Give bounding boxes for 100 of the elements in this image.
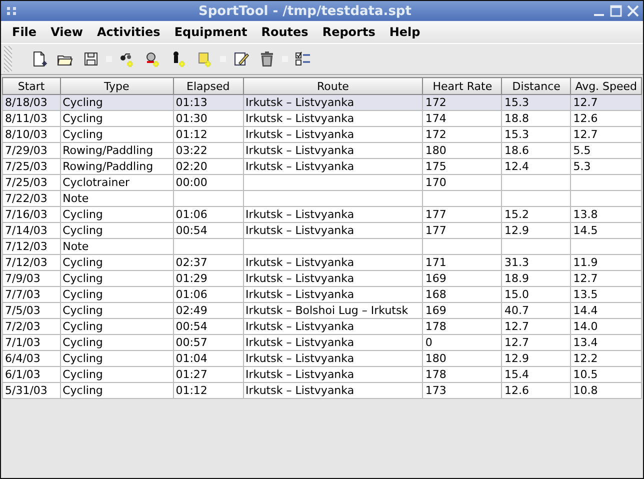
table-cell: 12.6 — [573, 112, 598, 125]
table-cell: Cyclotrainer — [62, 176, 130, 189]
menu-item[interactable]: Activities — [90, 25, 168, 39]
table-cell: 7/2/03 — [5, 320, 40, 333]
table-cell: 12.4 — [504, 160, 529, 173]
table-cell: 7/25/03 — [5, 160, 48, 173]
checklist-icon[interactable] — [295, 51, 311, 67]
table-cell: 8/18/03 — [5, 96, 48, 109]
column-header[interactable]: Type — [60, 78, 174, 94]
window-menu-icon[interactable] — [7, 7, 17, 15]
table-cell: 5.5 — [573, 144, 591, 157]
table-row[interactable]: 8/10/03 Cycling 01:12 Irkutsk – Listvyanka 172 15.3 12.7 — [2, 126, 642, 142]
note-add-icon[interactable] — [197, 51, 213, 67]
table-cell: 7/12/03 — [5, 240, 48, 253]
maximize-icon[interactable] — [610, 5, 622, 17]
table-row[interactable]: 7/7/03 Cycling 01:06 Irkutsk – Listvyanka 168 15.0 13.5 — [2, 286, 642, 302]
table-cell: 01:30 — [176, 112, 208, 125]
table-cell: 5.3 — [573, 160, 591, 173]
table-cell: 173 — [425, 384, 446, 397]
menu-item[interactable]: Routes — [254, 25, 316, 39]
table-cell: Irkutsk – Listvyanka — [246, 128, 354, 141]
table-cell: 0 — [425, 336, 432, 349]
new-document-icon[interactable] — [31, 51, 47, 67]
table-cell: Irkutsk – Listvyanka — [246, 144, 354, 157]
table-cell: 11.9 — [573, 256, 598, 269]
window-title: SportTool - /tmp/testdata.spt — [198, 4, 412, 18]
column-header[interactable]: Distance — [502, 78, 571, 94]
table-row[interactable]: 5/31/03 Cycling 01:12 Irkutsk – Listvyanka 173 12.6 10.8 — [2, 382, 642, 398]
table-row[interactable]: 7/5/03 Cycling 02:49 Irkutsk – Bolshoi Lug – Irkutsk 169 40.7 14.4 — [2, 302, 642, 318]
trash-icon[interactable] — [259, 51, 275, 67]
table-cell: Irkutsk – Listvyanka — [246, 96, 354, 109]
menu-item[interactable]: Help — [382, 25, 428, 39]
column-header[interactable]: Start — [2, 78, 60, 94]
table-cell: Cycling — [62, 368, 103, 381]
close-icon[interactable] — [627, 5, 639, 17]
edit-icon[interactable] — [233, 51, 249, 67]
table-cell: 172 — [425, 128, 446, 141]
table-row[interactable]: 7/12/03 Note — [2, 238, 642, 254]
table-cell: 7/16/03 — [5, 208, 48, 221]
table-cell: Cycling — [62, 320, 103, 333]
table-row[interactable]: 6/4/03 Cycling 01:04 Irkutsk – Listvyanka 180 12.9 12.2 — [2, 350, 642, 366]
table-cell: Cycling — [62, 112, 103, 125]
table-row[interactable]: 8/18/03 Cycling 01:13 Irkutsk – Listvyanka 172 15.3 12.7 — [2, 94, 642, 110]
table-cell: 177 — [425, 208, 446, 221]
table-cell: 00:00 — [176, 176, 208, 189]
table-cell: Cycling — [62, 224, 103, 237]
table-cell: 00:57 — [176, 336, 208, 349]
table-row[interactable]: 6/1/03 Cycling 01:27 Irkutsk – Listvyanka 178 15.4 10.5 — [2, 366, 642, 382]
table-cell: 00:54 — [176, 224, 208, 237]
column-header[interactable]: Route — [243, 78, 423, 94]
table-cell: Irkutsk – Listvyanka — [246, 272, 354, 285]
column-header[interactable]: Elapsed — [173, 78, 244, 94]
table-row[interactable]: 8/11/03 Cycling 01:30 Irkutsk – Listvyanka 174 18.8 12.6 — [2, 110, 642, 126]
table-cell: 15.3 — [504, 128, 529, 141]
table-row[interactable]: 7/25/03 Cyclotrainer 00:00 170 — [2, 174, 642, 190]
table-row[interactable]: 7/2/03 Cycling 00:54 Irkutsk – Listvyanka 178 12.7 14.0 — [2, 318, 642, 334]
toolbar-grip[interactable] — [4, 46, 12, 72]
table-row[interactable]: 7/16/03 Cycling 01:06 Irkutsk – Listvyanka 177 15.2 13.8 — [2, 206, 642, 222]
table-cell: 03:22 — [176, 144, 208, 157]
table-cell: 7/7/03 — [5, 288, 40, 301]
table-cell: 168 — [425, 288, 446, 301]
table-cell: 01:27 — [176, 368, 208, 381]
table-cell: 12.2 — [573, 352, 598, 365]
table-cell: 18.6 — [504, 144, 529, 157]
table-cell: Cycling — [62, 96, 103, 109]
table-cell: Note — [62, 192, 89, 205]
table-cell: 01:04 — [176, 352, 208, 365]
table-cell: Irkutsk – Listvyanka — [246, 320, 354, 333]
table-cell: 14.5 — [573, 224, 598, 237]
table-row[interactable]: 7/1/03 Cycling 00:57 Irkutsk – Listvyanka 0 12.7 13.4 — [2, 334, 642, 350]
table-row[interactable]: 7/14/03 Cycling 00:54 Irkutsk – Listvyanka 177 12.9 14.5 — [2, 222, 642, 238]
table-cell: 31.3 — [504, 256, 529, 269]
table-cell: Irkutsk – Listvyanka — [246, 368, 354, 381]
table-cell: Rowing/Paddling — [62, 144, 154, 157]
table-cell: Cycling — [62, 336, 103, 349]
table-row[interactable]: 7/12/03 Cycling 02:37 Irkutsk – Listvyanka 171 31.3 11.9 — [2, 254, 642, 270]
table-cell: 14.0 — [573, 320, 598, 333]
column-header[interactable]: Avg. Speed — [570, 78, 642, 94]
table-row[interactable]: 7/29/03 Rowing/Paddling 03:22 Irkutsk – Listvyanka 180 18.6 5.5 — [2, 142, 642, 158]
table-cell: 12.7 — [504, 320, 529, 333]
menu-item[interactable]: Equipment — [167, 25, 254, 39]
table-row[interactable]: 7/25/03 Rowing/Paddling 02:20 Irkutsk – Listvyanka 175 12.4 5.3 — [2, 158, 642, 174]
table-row[interactable]: 7/9/03 Cycling 01:29 Irkutsk – Listvyanka 169 18.9 12.7 — [2, 270, 642, 286]
person-add-icon[interactable] — [171, 51, 187, 67]
table-cell: Cycling — [62, 288, 103, 301]
table-cell: 7/5/03 — [5, 304, 40, 317]
table-cell: 174 — [425, 112, 446, 125]
menu-item[interactable]: File — [5, 25, 44, 39]
table-cell: 8/10/03 — [5, 128, 48, 141]
menu-item[interactable]: View — [44, 25, 90, 39]
table-cell: Note — [62, 240, 89, 253]
table-cell: 15.2 — [504, 208, 529, 221]
table-cell: Irkutsk – Listvyanka — [246, 352, 354, 365]
table-cell: 12.9 — [504, 224, 529, 237]
table-cell: 10.8 — [573, 384, 598, 397]
table-cell: Cycling — [62, 352, 103, 365]
table-cell: 180 — [425, 352, 446, 365]
column-header[interactable]: Heart Rate — [422, 78, 502, 94]
menu-item[interactable]: Reports — [315, 25, 382, 39]
table-row[interactable]: 7/22/03 Note — [2, 190, 642, 206]
